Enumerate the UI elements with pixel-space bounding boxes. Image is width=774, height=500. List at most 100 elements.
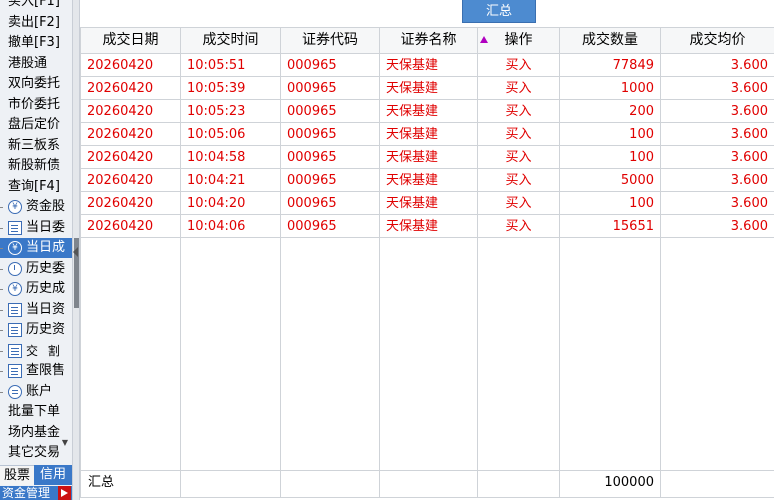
sidebar-item[interactable]: 历史委 <box>0 259 72 279</box>
table-cell[interactable]: 000965 <box>281 77 379 100</box>
sidebar-item[interactable]: 新股新债 <box>0 156 72 176</box>
trades-table: 成交日期 成交时间 证券代码 证券名称 操作 成交数量 成交均价 20260420 10:05:… <box>80 27 774 498</box>
column-header[interactable]: 操作 <box>478 28 559 53</box>
table-cell[interactable]: 1000 <box>560 77 660 100</box>
table-cell[interactable]: 20260420 <box>81 123 180 146</box>
table-cell[interactable]: 000965 <box>281 100 379 123</box>
table-cell[interactable]: 3.600 <box>661 215 774 238</box>
column-header[interactable]: 成交均价 <box>661 28 774 53</box>
tab-credit[interactable]: 信用 <box>34 465 72 485</box>
column-header[interactable]: 成交数量 <box>560 28 660 53</box>
sidebar-item[interactable]: 卖出[F2] <box>0 13 72 33</box>
sidebar-item[interactable]: 查询[F4] <box>0 177 72 197</box>
sidebar-item[interactable]: 港股通 <box>0 54 72 74</box>
tree-connector <box>0 248 3 249</box>
table-cell[interactable]: 15651 <box>560 215 660 238</box>
column-header[interactable]: 成交日期 <box>81 28 180 53</box>
table-cell[interactable]: 10:04:20 <box>181 192 280 215</box>
table-cell[interactable]: 买入 <box>478 77 559 100</box>
table-cell[interactable]: 20260420 <box>81 100 180 123</box>
footer-divider <box>80 470 774 471</box>
sidebar-item[interactable]: 批量下单 <box>0 402 72 422</box>
collapse-arrow-icon[interactable] <box>73 247 78 257</box>
table-cell[interactable]: 10:04:21 <box>181 169 280 192</box>
table-cell[interactable]: 买入 <box>478 100 559 123</box>
table-cell[interactable]: 200 <box>560 100 660 123</box>
table-cell[interactable]: 天保基建 <box>380 54 477 77</box>
scroll-down-arrow-icon[interactable]: ▼ <box>59 438 71 448</box>
sidebar-item[interactable]: 查限售 <box>0 361 72 381</box>
sidebar-item[interactable]: 盘后定价 <box>0 115 72 135</box>
table-cell[interactable]: 买入 <box>478 123 559 146</box>
table-cell[interactable]: 20260420 <box>81 215 180 238</box>
table-cell[interactable]: 100 <box>560 192 660 215</box>
sidebar-item[interactable]: 当日委 <box>0 218 72 238</box>
summary-button[interactable]: 汇总 <box>462 0 536 23</box>
sidebar-item[interactable]: 新三板系 <box>0 136 72 156</box>
sidebar-item[interactable]: 账户 <box>0 382 72 402</box>
table-cell[interactable]: 天保基建 <box>380 146 477 169</box>
column-header[interactable]: 证券名称 <box>380 28 477 53</box>
table-cell[interactable]: 10:05:06 <box>181 123 280 146</box>
table-cell[interactable]: 20260420 <box>81 54 180 77</box>
table-cell[interactable]: 买入 <box>478 54 559 77</box>
table-cell[interactable]: 3.600 <box>661 100 774 123</box>
sidebar-item[interactable]: 当日资 <box>0 300 72 320</box>
table-cell[interactable]: 000965 <box>281 54 379 77</box>
table-cell[interactable]: 天保基建 <box>380 123 477 146</box>
sidebar-item[interactable]: 交 割 <box>0 341 72 361</box>
sidebar-item[interactable]: 双向委托 <box>0 74 72 94</box>
sidebar-item[interactable]: 市价委托 <box>0 95 72 115</box>
sidebar-item[interactable]: 买入[F1] <box>0 0 72 12</box>
table-cell[interactable]: 000965 <box>281 192 379 215</box>
coin-icon: ¥ <box>8 200 22 214</box>
table-cell[interactable]: 10:05:23 <box>181 100 280 123</box>
table-cell[interactable]: 买入 <box>478 192 559 215</box>
table-cell[interactable]: 000965 <box>281 123 379 146</box>
table-cell[interactable]: 77849 <box>560 54 660 77</box>
table-cell[interactable]: 000965 <box>281 169 379 192</box>
sidebar-item-label: 历史委 <box>26 260 66 276</box>
table-cell[interactable]: 天保基建 <box>380 100 477 123</box>
table-cell[interactable]: 10:04:58 <box>181 146 280 169</box>
table-cell[interactable]: 000965 <box>281 215 379 238</box>
column-header[interactable]: 成交时间 <box>181 28 280 53</box>
panel-splitter[interactable] <box>72 0 80 500</box>
sidebar-item[interactable]: 历史资 <box>0 320 72 340</box>
sidebar-item[interactable]: ¥ 当日成 <box>0 238 72 258</box>
table-cell[interactable]: 100 <box>560 123 660 146</box>
table-cell[interactable]: 买入 <box>478 215 559 238</box>
table-cell[interactable]: 100 <box>560 146 660 169</box>
table-cell[interactable]: 000965 <box>281 146 379 169</box>
table-cell[interactable]: 20260420 <box>81 77 180 100</box>
table-cell[interactable]: 10:05:51 <box>181 54 280 77</box>
table-cell[interactable]: 3.600 <box>661 146 774 169</box>
tree-connector <box>0 289 3 290</box>
table-cell[interactable]: 20260420 <box>81 169 180 192</box>
table-cell[interactable]: 5000 <box>560 169 660 192</box>
table-cell[interactable]: 10:04:06 <box>181 215 280 238</box>
table-cell[interactable]: 20260420 <box>81 146 180 169</box>
expand-arrow-icon[interactable] <box>58 486 71 500</box>
table-cell[interactable]: 3.600 <box>661 77 774 100</box>
table-cell[interactable]: 3.600 <box>661 54 774 77</box>
table-cell[interactable]: 买入 <box>478 146 559 169</box>
tree-connector <box>0 207 3 208</box>
table-cell[interactable]: 天保基建 <box>380 215 477 238</box>
sidebar-item[interactable]: ¥ 资金股 <box>0 197 72 217</box>
table-cell[interactable]: 天保基建 <box>380 192 477 215</box>
table-cell[interactable]: 10:05:39 <box>181 77 280 100</box>
sidebar-item-label: 港股通 <box>8 55 48 71</box>
column-header[interactable]: 证券代码 <box>281 28 379 53</box>
table-cell[interactable]: 3.600 <box>661 169 774 192</box>
table-cell[interactable]: 天保基建 <box>380 77 477 100</box>
table-cell[interactable]: 买入 <box>478 169 559 192</box>
table-cell[interactable]: 3.600 <box>661 123 774 146</box>
table-cell[interactable]: 天保基建 <box>380 169 477 192</box>
table-cell[interactable]: 3.600 <box>661 192 774 215</box>
table-cell[interactable]: 20260420 <box>81 192 180 215</box>
sidebar-item[interactable]: 撤单[F3] <box>0 33 72 53</box>
tab-stock[interactable]: 股票 <box>0 465 34 485</box>
sidebar-item[interactable]: ¥ 历史成 <box>0 279 72 299</box>
sidebar-item-label: 交 割 <box>26 343 63 358</box>
